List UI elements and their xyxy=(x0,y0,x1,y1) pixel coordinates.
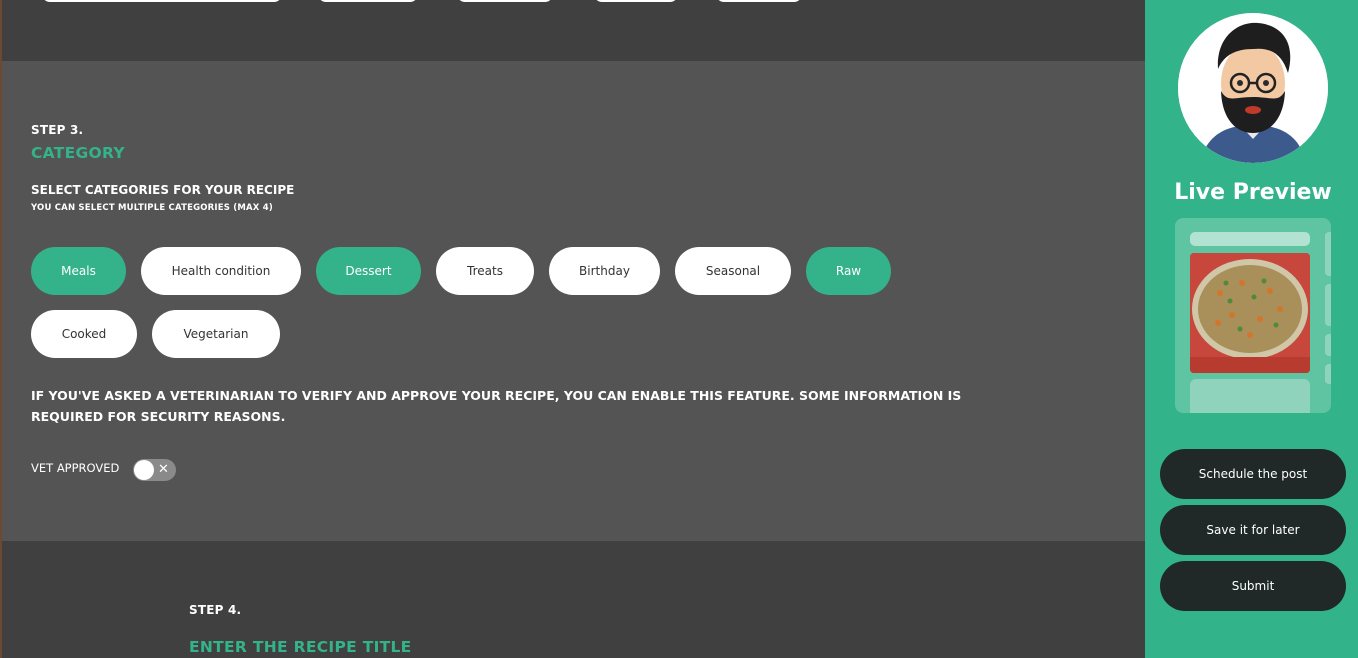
categories-subtitle: SELECT CATEGORIES FOR YOUR RECIPE xyxy=(31,183,295,197)
user-avatar xyxy=(1178,13,1328,163)
step-3-title: CATEGORY xyxy=(31,144,125,162)
food-pot-image xyxy=(1190,253,1310,373)
step-3-category-section: STEP 3. CATEGORY SELECT CATEGORIES FOR Y… xyxy=(2,61,1145,541)
category-chip-treats[interactable]: Treats xyxy=(436,247,534,295)
preview-text-placeholder xyxy=(1190,379,1310,413)
vet-approved-label: VET APPROVED xyxy=(31,461,120,475)
step-2-section-bottom xyxy=(2,0,1145,61)
category-chip-raw[interactable]: Raw xyxy=(806,247,891,295)
live-preview-title: Live Preview xyxy=(1174,180,1332,205)
step-4-label: STEP 4. xyxy=(189,603,242,617)
preview-side-tab xyxy=(1325,364,1331,384)
preview-side-tab xyxy=(1325,232,1331,276)
category-chip-dessert[interactable]: Dessert xyxy=(316,247,421,295)
live-preview-sidebar: Live Preview Schedule the post Save it f… xyxy=(1145,0,1358,658)
preview-side-tab xyxy=(1325,334,1331,356)
close-x-icon: ✕ xyxy=(158,462,169,477)
save-for-later-button[interactable]: Save it for later xyxy=(1160,505,1346,555)
previous-step-control[interactable] xyxy=(594,0,678,2)
categories-max-note: YOU CAN SELECT MULTIPLE CATEGORIES (MAX … xyxy=(31,203,273,213)
submit-button[interactable]: Submit xyxy=(1160,561,1346,611)
recipe-form-main: STEP 3. CATEGORY SELECT CATEGORIES FOR Y… xyxy=(2,0,1145,658)
category-chip-birthday[interactable]: Birthday xyxy=(549,247,660,295)
previous-step-control[interactable] xyxy=(457,0,553,2)
bearded-man-avatar-icon xyxy=(1178,13,1328,163)
schedule-post-button[interactable]: Schedule the post xyxy=(1160,449,1346,499)
vet-approved-toggle[interactable]: ✕ xyxy=(133,459,176,481)
previous-step-control[interactable] xyxy=(716,0,802,2)
category-chip-vegetarian[interactable]: Vegetarian xyxy=(152,310,280,358)
toggle-knob xyxy=(134,460,154,480)
previous-step-control[interactable] xyxy=(42,0,282,2)
category-chip-seasonal[interactable]: Seasonal xyxy=(675,247,791,295)
live-preview-card xyxy=(1175,218,1331,413)
previous-step-control[interactable] xyxy=(318,0,418,2)
category-chip-cooked[interactable]: Cooked xyxy=(31,310,137,358)
preview-side-tab xyxy=(1325,284,1331,326)
step-3-label: STEP 3. xyxy=(31,123,84,137)
vet-approval-note: IF YOU'VE ASKED A VETERINARIAN TO VERIFY… xyxy=(31,388,962,424)
category-chip-meals[interactable]: Meals xyxy=(31,247,126,295)
step-4-title: ENTER THE RECIPE TITLE xyxy=(189,638,412,656)
category-chip-health-condition[interactable]: Health condition xyxy=(141,247,301,295)
preview-title-placeholder xyxy=(1190,232,1310,246)
recipe-preview-image xyxy=(1190,253,1310,373)
